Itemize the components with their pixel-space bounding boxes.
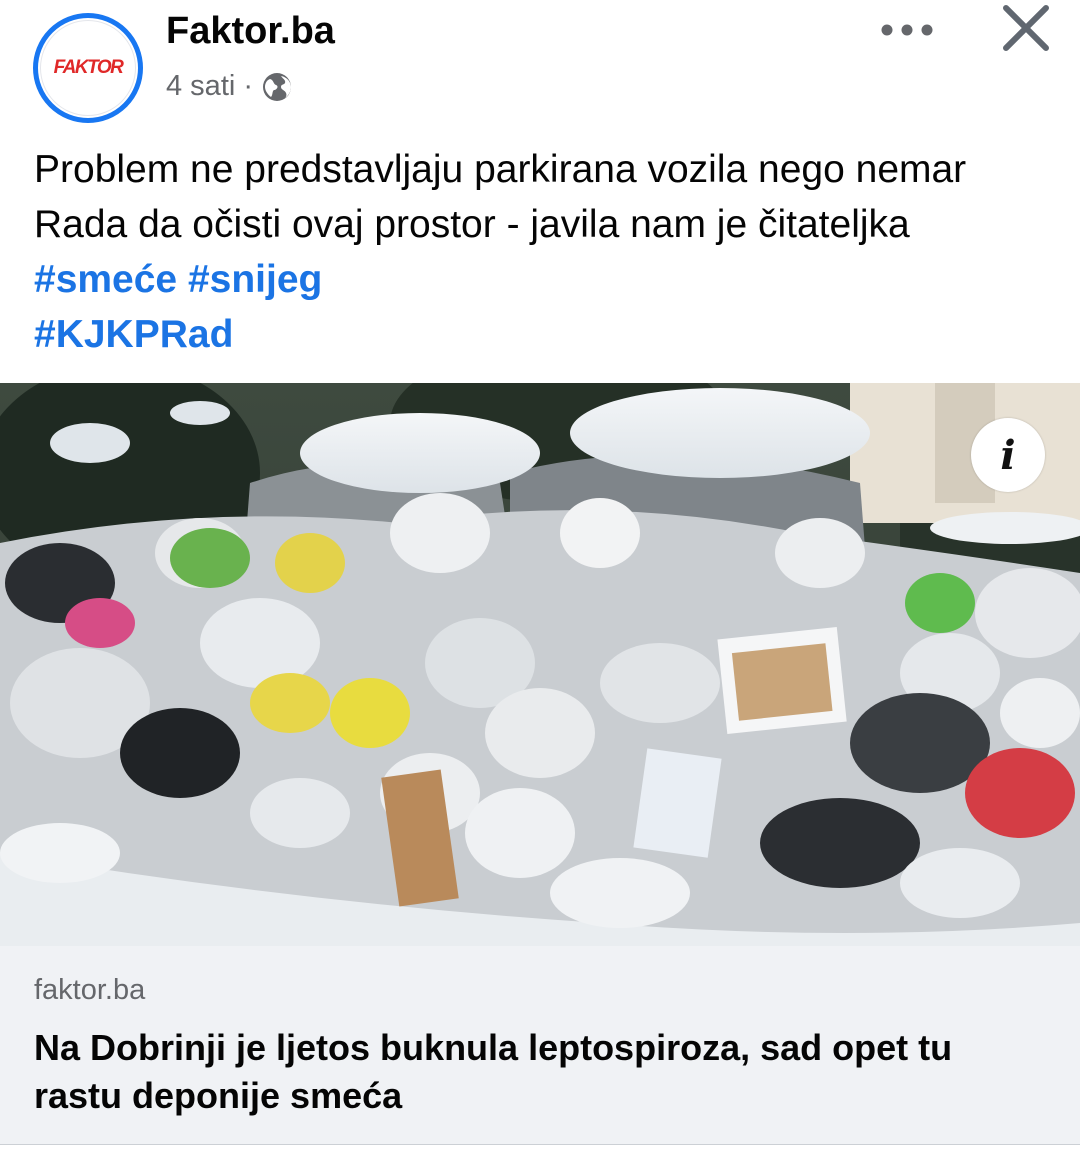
- hashtag-link[interactable]: #KJKPRad: [34, 313, 233, 356]
- card-divider: [0, 1144, 1080, 1161]
- post-meta: 4 sati ·: [166, 70, 293, 103]
- faktor-logo: FAKTOR: [40, 20, 136, 116]
- meta-separator: ·: [243, 70, 253, 102]
- page-name[interactable]: Faktor.ba: [166, 10, 335, 53]
- more-horizontal-icon: [881, 24, 933, 36]
- logo-text: FAKTOR: [53, 57, 124, 78]
- link-domain: faktor.ba: [34, 974, 146, 1006]
- globe-icon: [263, 72, 291, 101]
- hashtag-link[interactable]: #smeće: [34, 258, 177, 301]
- close-icon[interactable]: [996, 0, 1056, 60]
- link-title[interactable]: Na Dobrinji je ljetos buknula leptospiro…: [34, 1024, 1044, 1120]
- post-photo-garbage-pile[interactable]: [0, 383, 1080, 946]
- post-time[interactable]: 4 sati: [166, 70, 235, 103]
- more-options-button[interactable]: [872, 12, 942, 48]
- page-avatar[interactable]: FAKTOR: [33, 13, 143, 123]
- post-body-text: Problem ne predstavljaju parkirana vozil…: [34, 148, 967, 246]
- hashtag-link[interactable]: #snijeg: [188, 258, 322, 301]
- info-icon[interactable]: i: [971, 418, 1045, 492]
- post-message: Problem ne predstavljaju parkirana vozil…: [34, 142, 1044, 362]
- post-header: FAKTOR Faktor.ba 4 sati ·: [0, 0, 1080, 125]
